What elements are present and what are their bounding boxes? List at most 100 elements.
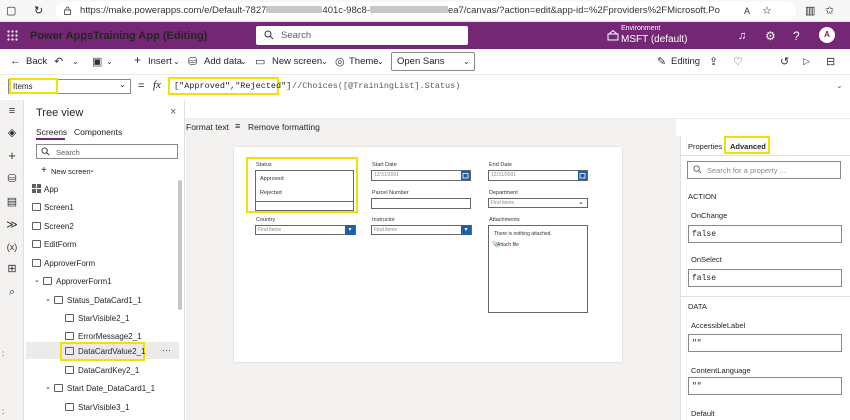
- edit-pencil-icon[interactable]: ✎: [657, 55, 666, 68]
- insert-button[interactable]: Insert: [148, 56, 172, 67]
- formula-comment[interactable]: //Choices([@TrainingList].Status): [292, 81, 460, 91]
- undo-icon[interactable]: ↶: [54, 55, 63, 68]
- instructor-chevron-icon[interactable]: ▾: [461, 225, 471, 235]
- formula-expand-icon[interactable]: ⌄: [836, 81, 843, 90]
- country-chevron-icon[interactable]: ▾: [345, 225, 355, 235]
- settings-icon[interactable]: ⚙: [765, 29, 776, 43]
- tab-properties[interactable]: Properties: [688, 142, 722, 151]
- tools-icon[interactable]: ⊞: [5, 262, 19, 276]
- status-option-approved[interactable]: Approved: [260, 176, 284, 182]
- search-rail-icon[interactable]: ⌕: [5, 285, 19, 299]
- save-icon[interactable]: ⊟: [826, 55, 835, 68]
- back-arrow-icon[interactable]: ←: [10, 55, 21, 67]
- fx-icon[interactable]: fx: [153, 79, 161, 91]
- share-icon[interactable]: ⇪: [709, 55, 718, 68]
- tree-item-datacardkey2[interactable]: DataCardKey2_1: [78, 366, 139, 375]
- paste-dropdown-icon[interactable]: ⌄: [106, 57, 113, 66]
- tree-item-status-datacard[interactable]: Status_DataCard1_1: [67, 296, 142, 305]
- split-view-icon[interactable]: ▥: [805, 4, 815, 17]
- lock-icon[interactable]: [63, 6, 72, 15]
- editing-mode-button[interactable]: Editing: [671, 56, 700, 67]
- tree-item-startdate-datacard[interactable]: Start Date_DataCard1_1: [67, 384, 155, 393]
- expand-chevron-icon[interactable]: ⌄: [34, 276, 40, 284]
- add-data-dropdown-icon[interactable]: ⌄: [240, 57, 247, 66]
- theme-button[interactable]: Theme: [349, 56, 379, 67]
- url-text[interactable]: https://make.powerapps.com/e/Default-782…: [80, 5, 720, 16]
- content-language-field[interactable]: "": [688, 377, 842, 395]
- paste-icon[interactable]: ▣: [92, 55, 102, 68]
- tree-item-datacardvalue2[interactable]: DataCardValue2_1: [78, 347, 145, 356]
- undo-all-icon[interactable]: ↺: [780, 55, 789, 68]
- app-checker-icon[interactable]: ♡: [733, 55, 743, 68]
- data-rail-icon[interactable]: ⛁: [5, 172, 19, 186]
- formula-value[interactable]: ["Approved","Rejected"]: [174, 81, 291, 91]
- variables-icon[interactable]: (x): [5, 240, 19, 254]
- font-size-button[interactable]: A: [744, 6, 750, 16]
- expand-chevron-icon[interactable]: ⌄: [45, 383, 51, 391]
- tree-item-starvisible3[interactable]: StarVisible3_1: [78, 403, 129, 412]
- remove-formatting-button[interactable]: Remove formatting: [248, 122, 320, 132]
- status-option-rejected[interactable]: Rejected: [260, 190, 282, 196]
- new-screen-chevron-icon[interactable]: ⌄: [89, 166, 95, 174]
- database-icon[interactable]: ⛁: [188, 55, 197, 68]
- tree-item-screen1[interactable]: Screen1: [44, 203, 74, 212]
- insert-dropdown-icon[interactable]: ⌄: [173, 57, 180, 66]
- undo-dropdown-icon[interactable]: ⌄: [72, 57, 79, 66]
- power-automate-icon[interactable]: ≫: [5, 218, 19, 232]
- new-screen-dropdown-icon[interactable]: ⌄: [321, 57, 328, 66]
- help-icon[interactable]: ?: [793, 29, 800, 43]
- layers-icon[interactable]: ◈: [5, 126, 19, 140]
- department-placeholder: Find items: [491, 200, 515, 206]
- favorites-bar-icon[interactable]: ✩: [825, 4, 834, 17]
- onchange-field[interactable]: false: [688, 225, 842, 243]
- new-screen-icon[interactable]: ▭: [255, 55, 265, 68]
- tree-item-starvisible2[interactable]: StarVisible2_1: [78, 314, 129, 323]
- play-icon[interactable]: ▷: [803, 56, 810, 67]
- environment-name[interactable]: MSFT (default): [621, 34, 688, 45]
- calendar-icon[interactable]: [461, 171, 470, 180]
- redacted-segment: [369, 6, 448, 13]
- calendar-icon[interactable]: [578, 171, 587, 180]
- tree-scrollbar[interactable]: [178, 180, 182, 310]
- tree-item-screen2[interactable]: Screen2: [44, 222, 74, 231]
- insert-plus-icon[interactable]: +: [134, 53, 141, 67]
- reload-icon[interactable]: ↻: [34, 4, 43, 17]
- global-search-placeholder: Search: [281, 30, 312, 41]
- notification-icon[interactable]: ♫: [738, 30, 746, 42]
- page-icon[interactable]: ▢: [6, 4, 16, 17]
- department-chevron-icon[interactable]: ⌄: [578, 199, 584, 207]
- hamburger-icon[interactable]: ≡: [5, 104, 19, 118]
- tree-item-app[interactable]: App: [44, 185, 58, 194]
- tree-close-icon[interactable]: ×: [170, 106, 176, 118]
- favorite-icon[interactable]: ☆: [762, 4, 772, 17]
- theme-dropdown-icon[interactable]: ⌄: [377, 57, 384, 66]
- onselect-field[interactable]: false: [688, 269, 842, 287]
- back-button[interactable]: Back: [26, 56, 47, 67]
- attach-file-link[interactable]: Attach file: [497, 242, 519, 248]
- status-listbox[interactable]: [255, 170, 354, 202]
- format-text-button[interactable]: Format text: [186, 122, 229, 132]
- expand-chevron-icon[interactable]: ⌄: [45, 295, 51, 303]
- new-screen-plus-icon[interactable]: +: [41, 165, 47, 176]
- app-title: Training App (Editing): [93, 30, 208, 42]
- parcel-number-input[interactable]: [371, 198, 471, 209]
- more-options-icon[interactable]: ···: [162, 345, 171, 355]
- screen-icon: [32, 259, 41, 267]
- attachments-box[interactable]: [488, 225, 588, 313]
- tree-new-screen-button[interactable]: New screen: [51, 167, 91, 176]
- avatar[interactable]: A: [819, 27, 835, 43]
- insert-rail-icon[interactable]: +: [5, 149, 19, 163]
- media-rail-icon[interactable]: ▤: [5, 195, 19, 209]
- app-launcher-icon[interactable]: [7, 30, 18, 41]
- new-screen-button[interactable]: New screen: [272, 56, 322, 67]
- tree-item-approverform1[interactable]: ApproverForm1: [56, 277, 112, 286]
- tab-components[interactable]: Components: [74, 127, 122, 137]
- tab-screens[interactable]: Screens: [36, 127, 67, 137]
- add-data-button[interactable]: Add data: [204, 56, 242, 67]
- tree-item-editform[interactable]: EditForm: [44, 240, 76, 249]
- tree-item-approverform[interactable]: ApproverForm: [44, 259, 95, 268]
- accessible-label-field[interactable]: "": [688, 334, 842, 352]
- tree-item-errormessage2[interactable]: ErrorMessage2_1: [78, 332, 142, 341]
- tab-advanced[interactable]: Advanced: [730, 142, 766, 151]
- theme-palette-icon[interactable]: ◎: [335, 55, 345, 68]
